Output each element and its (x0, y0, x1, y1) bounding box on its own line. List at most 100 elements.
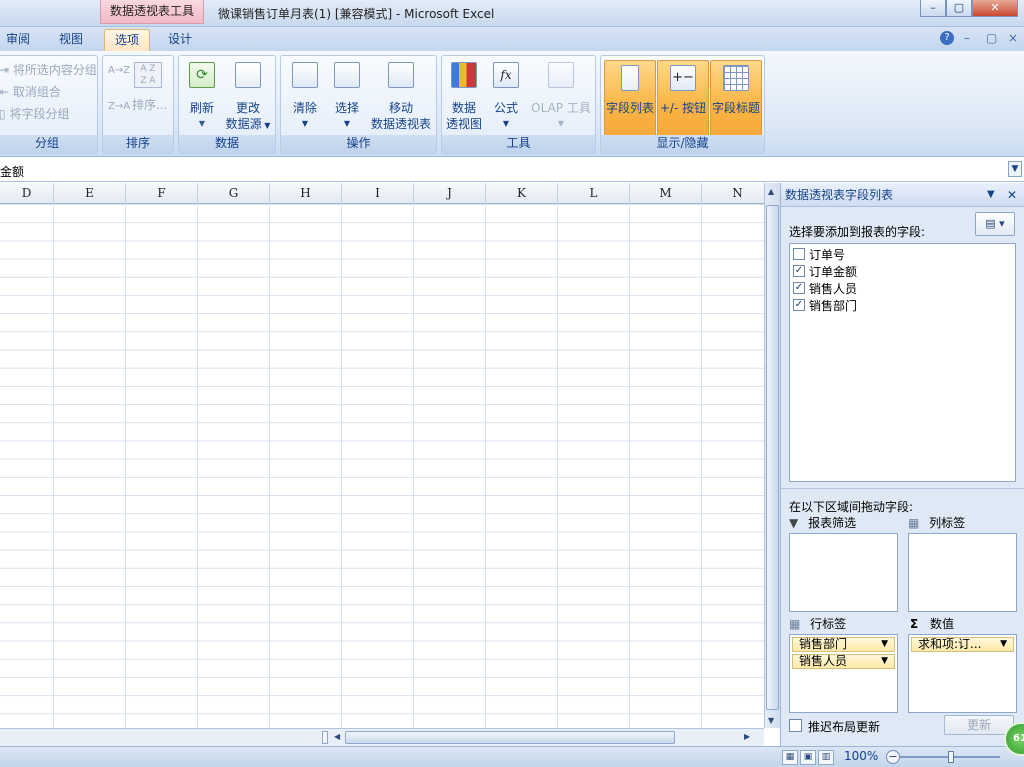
sort-ascending-icon[interactable]: A→Z (108, 66, 130, 76)
pivotchart-button[interactable]: 数据 透视图 (444, 62, 484, 132)
column-labels-area[interactable] (908, 533, 1017, 612)
refresh-icon: ⟳ (189, 62, 215, 88)
zoom-slider-thumb[interactable] (948, 751, 954, 763)
expand-formula-bar-icon[interactable]: ▼ (1008, 161, 1022, 177)
page-layout-view-icon[interactable]: ▣ (800, 750, 816, 765)
select-button[interactable]: 选择 ▼ (327, 62, 367, 132)
excel-window: 数据透视表工具 微课销售订单月表(1) [兼容模式] - Microsoft E… (0, 0, 1024, 767)
grid-line (629, 204, 630, 728)
row-field-pill[interactable]: 销售人员 ▼ (792, 654, 895, 669)
field-checkbox-checked[interactable]: ✓ (793, 282, 805, 294)
restore-window-button[interactable]: ▢ (946, 0, 972, 17)
cell-area[interactable] (0, 204, 764, 728)
sort-button[interactable]: 排序... (132, 96, 167, 113)
column-grid-icon: ▦ (908, 516, 920, 530)
field-checkbox-checked[interactable]: ✓ (793, 265, 805, 277)
field-list-toggle[interactable]: 字段列表 (604, 60, 656, 138)
vertical-scroll-thumb[interactable] (766, 205, 779, 710)
column-header-l[interactable]: L (558, 183, 630, 204)
plus-minus-buttons-toggle[interactable]: +− +/- 按钮 (657, 60, 709, 138)
worksheet-grid[interactable]: D E F G H I J K L M N (0, 183, 764, 728)
group-label-actions: 操作 (281, 135, 436, 153)
pivot-field-list-pane: 数据透视表字段列表 ▼ ✕ 选择要添加到报表的字段: ▤ ▾ 订单号 ✓ 订单金… (780, 183, 1024, 746)
pane-divider (781, 488, 1024, 489)
formula-button[interactable]: fx 公式 ▼ (488, 62, 524, 132)
ribbon-tab-row: 审阅 视图 选项 设计 ? – ▢ × (0, 27, 1024, 51)
tab-review[interactable]: 审阅 (0, 29, 36, 51)
field-item[interactable]: 订单号 (790, 246, 1014, 262)
scroll-up-icon[interactable]: ▲ (768, 187, 774, 196)
field-item[interactable]: ✓ 销售人员 (790, 280, 1014, 296)
column-header-i[interactable]: I (342, 183, 414, 204)
tab-view[interactable]: 视图 (50, 29, 92, 51)
tab-design[interactable]: 设计 (160, 29, 200, 51)
column-header-m[interactable]: M (630, 183, 702, 204)
group-show-hide: 字段列表 +− +/- 按钮 字段标题 显示/隐藏 (600, 55, 765, 154)
minimize-window-button[interactable]: – (920, 0, 946, 17)
page-break-view-icon[interactable]: ▥ (818, 750, 834, 765)
pivot-tools-context-tab[interactable]: 数据透视表工具 (100, 0, 204, 24)
close-icon[interactable]: ✕ (1007, 183, 1017, 207)
column-header-k[interactable]: K (486, 183, 558, 204)
field-item[interactable]: ✓ 订单金额 (790, 263, 1014, 279)
zoom-out-icon[interactable]: − (886, 750, 900, 764)
help-icon[interactable]: ? (940, 31, 954, 45)
sheet-tab-splitter[interactable] (322, 731, 328, 744)
scroll-down-icon[interactable]: ▼ (768, 716, 774, 725)
sort-dialog-icon: A ZZ A (134, 62, 162, 88)
field-item[interactable]: ✓ 销售部门 (790, 297, 1014, 313)
horizontal-scrollbar[interactable]: ◀ ▶ (0, 728, 764, 746)
olap-tools-button[interactable]: OLAP 工具 ▼ (528, 62, 594, 132)
formula-bar-content[interactable]: 金额 (0, 163, 24, 180)
column-header-d[interactable]: D (0, 183, 54, 204)
column-header-g[interactable]: G (198, 183, 270, 204)
ribbon-minimize-icon[interactable]: – (964, 31, 970, 45)
column-header-n[interactable]: N (702, 183, 764, 204)
refresh-button[interactable]: ⟳ 刷新 ▼ (185, 62, 219, 132)
field-checkbox[interactable] (793, 248, 805, 260)
scroll-right-icon[interactable]: ▶ (744, 732, 750, 741)
field-headers-toggle[interactable]: 字段标题 (710, 60, 762, 138)
ungroup-button[interactable]: ⇤ 取消组合 (0, 83, 61, 100)
group-data: ⟳ 刷新 ▼ 更改 数据源 ▼ 数据 (178, 55, 276, 154)
group-selection-button[interactable]: ⇥ 将所选内容分组 (0, 61, 97, 78)
normal-view-icon[interactable]: ▦ (782, 750, 798, 765)
chevron-down-icon[interactable]: ▼ (881, 655, 888, 668)
move-pivottable-button[interactable]: 移动 数据透视表 (369, 62, 433, 132)
report-filter-area[interactable] (789, 533, 898, 612)
value-field-pill[interactable]: 求和项:订... ▼ (911, 637, 1014, 652)
field-checkbox-checked[interactable]: ✓ (793, 299, 805, 311)
ribbon-close-icon[interactable]: × (1008, 31, 1018, 45)
status-bar: ▦ ▣ ▥ 100% − (0, 746, 1024, 767)
column-header-f[interactable]: F (126, 183, 198, 204)
row-labels-area[interactable]: 销售部门 ▼ 销售人员 ▼ (789, 634, 898, 713)
column-header-j[interactable]: J (414, 183, 486, 204)
grid-line (269, 204, 270, 728)
clear-button[interactable]: 清除 ▼ (285, 62, 325, 132)
group-field-button[interactable]: ▯ 将字段分组 (0, 105, 69, 122)
scroll-left-icon[interactable]: ◀ (334, 732, 340, 741)
layout-options-button[interactable]: ▤ ▾ (975, 212, 1015, 236)
defer-update-checkbox[interactable] (789, 719, 802, 732)
horizontal-scroll-thumb[interactable] (345, 731, 675, 744)
ribbon-restore-icon[interactable]: ▢ (986, 31, 997, 45)
update-button[interactable]: 更新 (944, 715, 1014, 735)
sort-descending-icon[interactable]: Z→A (108, 102, 130, 112)
group-label-tools: 工具 (442, 135, 595, 153)
column-header-h[interactable]: H (270, 183, 342, 204)
row-field-pill[interactable]: 销售部门 ▼ (792, 637, 895, 652)
group-grouping: ⇥ 将所选内容分组 ⇤ 取消组合 ▯ 将字段分组 分组 (0, 55, 98, 154)
column-header-e[interactable]: E (54, 183, 126, 204)
close-window-button[interactable]: ✕ (972, 0, 1018, 17)
tab-options[interactable]: 选项 (104, 29, 150, 51)
zoom-level[interactable]: 100% (844, 749, 878, 763)
change-data-source-button[interactable]: 更改 数据源 ▼ (223, 62, 273, 134)
group-actions: 清除 ▼ 选择 ▼ 移动 数据透视表 操作 (280, 55, 437, 154)
vertical-scrollbar[interactable]: ▲ ▼ (764, 183, 780, 728)
pivotchart-icon (451, 62, 477, 88)
grid-line (485, 204, 486, 728)
chevron-down-icon[interactable]: ▼ (881, 638, 888, 651)
chevron-down-icon[interactable]: ▼ (1000, 638, 1007, 651)
pane-menu-icon[interactable]: ▼ (987, 183, 995, 207)
values-area[interactable]: 求和项:订... ▼ (908, 634, 1017, 713)
